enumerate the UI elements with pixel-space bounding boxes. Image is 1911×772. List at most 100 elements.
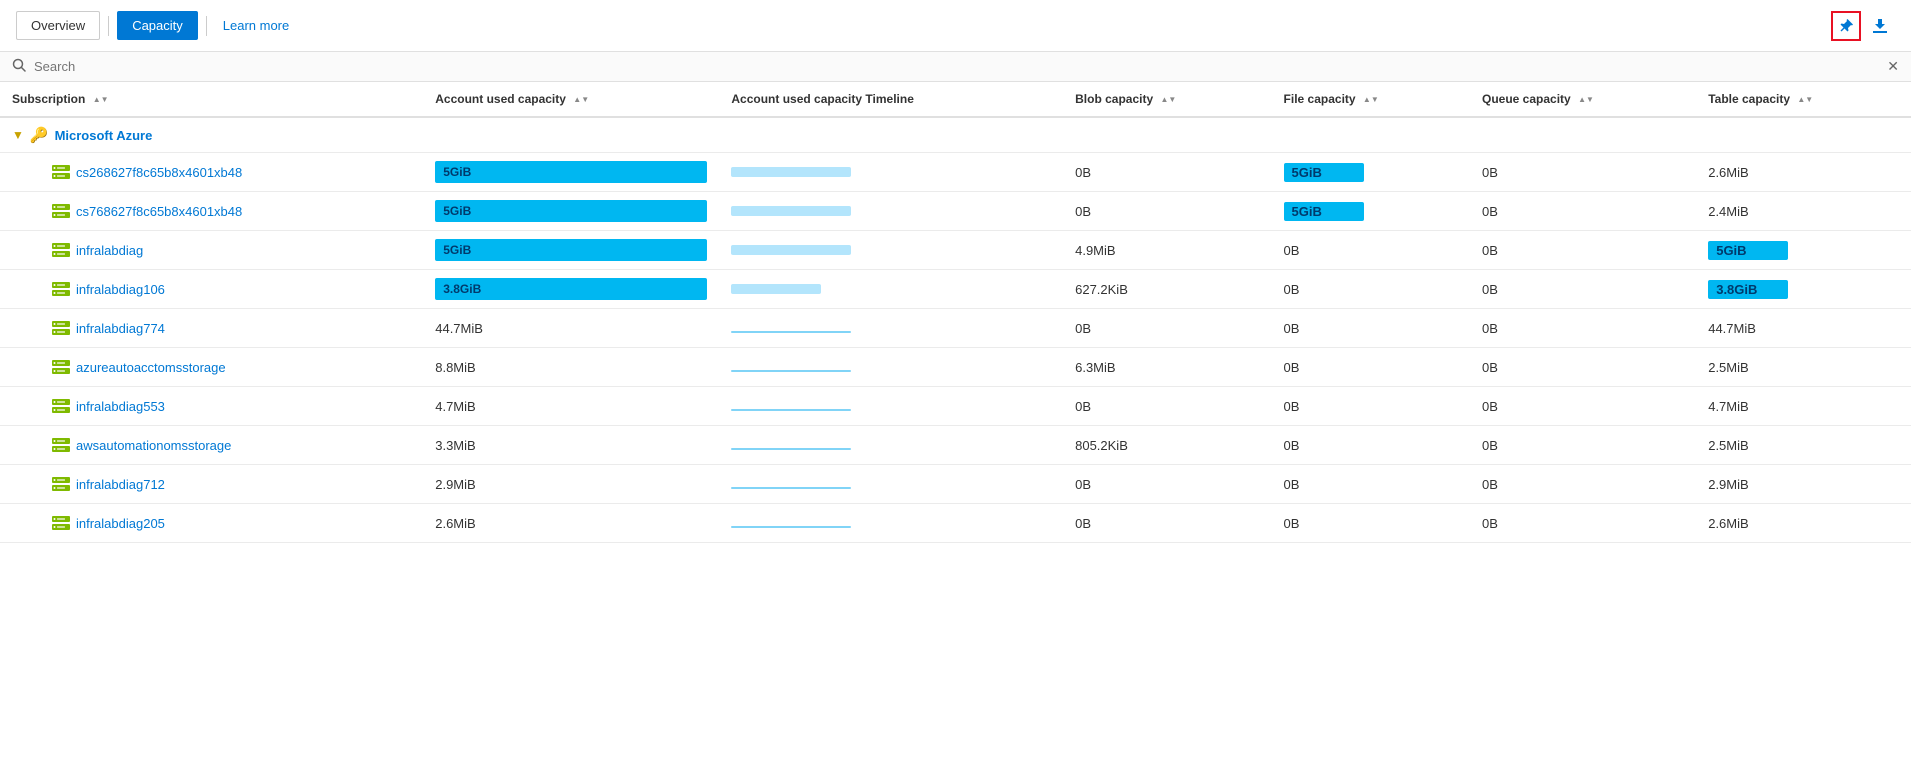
overview-button[interactable]: Overview: [16, 11, 100, 40]
storage-icon: [52, 282, 70, 296]
subscription-link[interactable]: infralabdiag: [76, 243, 143, 258]
top-nav: Overview Capacity Learn more: [0, 0, 1911, 52]
search-icon: [12, 58, 26, 75]
pin-button[interactable]: [1831, 11, 1861, 41]
col-account-used-capacity-timeline: Account used capacity Timeline: [719, 82, 1063, 117]
timeline-bar: [731, 395, 851, 417]
learn-more-link[interactable]: Learn more: [215, 12, 297, 39]
subscription-cell: infralabdiag774: [0, 309, 423, 348]
account-used-capacity-cell: 3.8GiB: [423, 270, 719, 309]
blob-capacity-cell: 0B: [1063, 387, 1271, 426]
table-capacity-bar: 5GiB: [1708, 241, 1788, 260]
search-clear-button[interactable]: ✕: [1887, 58, 1899, 75]
file-capacity-cell: 5GiB: [1272, 192, 1470, 231]
sort-icon-blob-capacity: ▲▼: [1160, 96, 1176, 104]
queue-capacity-cell: 0B: [1470, 231, 1696, 270]
timeline-cell: [719, 192, 1063, 231]
subscription-cell: infralabdiag106: [0, 270, 423, 309]
capacity-table: Subscription ▲▼ Account used capacity ▲▼…: [0, 82, 1911, 543]
account-used-capacity-cell: 4.7MiB: [423, 387, 719, 426]
file-capacity-cell: 0B: [1272, 231, 1470, 270]
account-used-capacity-cell: 5GiB: [423, 231, 719, 270]
subscription-cell: infralabdiag553: [0, 387, 423, 426]
table-row: azureautoacctomsstorage 8.8MiB 6.3MiB0B0…: [0, 348, 1911, 387]
table-capacity-cell: 2.9MiB: [1696, 465, 1911, 504]
file-capacity-cell: 0B: [1272, 426, 1470, 465]
capacity-button[interactable]: Capacity: [117, 11, 198, 40]
queue-capacity-cell: 0B: [1470, 348, 1696, 387]
group-name-link[interactable]: Microsoft Azure: [55, 128, 153, 143]
queue-capacity-cell: 0B: [1470, 192, 1696, 231]
subscription-link[interactable]: infralabdiag553: [76, 399, 165, 414]
capacity-bar: 5GiB: [435, 239, 707, 261]
table-capacity-cell: 44.7MiB: [1696, 309, 1911, 348]
table-capacity-cell: 5GiB: [1696, 231, 1911, 270]
storage-icon: [52, 477, 70, 491]
blob-capacity-cell: 627.2KiB: [1063, 270, 1271, 309]
group-icon: 🔑: [30, 126, 49, 144]
account-used-capacity-cell: 2.9MiB: [423, 465, 719, 504]
search-input[interactable]: [34, 59, 1879, 74]
download-button[interactable]: [1865, 11, 1895, 41]
account-used-capacity-cell: 5GiB: [423, 192, 719, 231]
queue-capacity-cell: 0B: [1470, 504, 1696, 543]
blob-capacity-cell: 0B: [1063, 504, 1271, 543]
subscription-cell: infralabdiag712: [0, 465, 423, 504]
search-bar: ✕: [0, 52, 1911, 82]
timeline-bar: [731, 200, 851, 222]
file-capacity-bar: 5GiB: [1284, 202, 1364, 221]
capacity-bar: 3.8GiB: [435, 278, 707, 300]
table-capacity-cell: 2.6MiB: [1696, 153, 1911, 192]
download-icon: [1872, 18, 1888, 34]
timeline-bar: [731, 161, 851, 183]
subscription-link[interactable]: infralabdiag106: [76, 282, 165, 297]
blob-capacity-cell: 0B: [1063, 192, 1271, 231]
timeline-cell: [719, 387, 1063, 426]
subscription-cell: azureautoacctomsstorage: [0, 348, 423, 387]
table-header-row: Subscription ▲▼ Account used capacity ▲▼…: [0, 82, 1911, 117]
group-header-row: ▼ 🔑 Microsoft Azure: [0, 117, 1911, 153]
col-subscription[interactable]: Subscription ▲▼: [0, 82, 423, 117]
subscription-link[interactable]: infralabdiag774: [76, 321, 165, 336]
subscription-link[interactable]: cs768627f8c65b8x4601xb48: [76, 204, 242, 219]
subscription-cell: infralabdiag205: [0, 504, 423, 543]
col-account-used-capacity[interactable]: Account used capacity ▲▼: [423, 82, 719, 117]
storage-icon: [52, 438, 70, 452]
toolbar-icons: [1831, 11, 1895, 41]
subscription-link[interactable]: cs268627f8c65b8x4601xb48: [76, 165, 242, 180]
storage-icon: [52, 321, 70, 335]
table-row: cs268627f8c65b8x4601xb48 5GiB 0B5GiB0B2.…: [0, 153, 1911, 192]
nav-separator-2: [206, 16, 207, 36]
timeline-bar: [731, 512, 851, 534]
subscription-link[interactable]: infralabdiag712: [76, 477, 165, 492]
storage-icon: [52, 399, 70, 413]
blob-capacity-cell: 4.9MiB: [1063, 231, 1271, 270]
queue-capacity-cell: 0B: [1470, 270, 1696, 309]
file-capacity-cell: 5GiB: [1272, 153, 1470, 192]
file-capacity-cell: 0B: [1272, 309, 1470, 348]
col-table-capacity[interactable]: Table capacity ▲▼: [1696, 82, 1911, 117]
col-blob-capacity[interactable]: Blob capacity ▲▼: [1063, 82, 1271, 117]
account-used-capacity-cell: 44.7MiB: [423, 309, 719, 348]
timeline-cell: [719, 153, 1063, 192]
chevron-down-icon[interactable]: ▼: [12, 128, 24, 142]
table-row: infralabdiag 5GiB 4.9MiB0B0B5GiB: [0, 231, 1911, 270]
queue-capacity-cell: 0B: [1470, 153, 1696, 192]
table-row: awsautomationomsstorage 3.3MiB 805.2KiB0…: [0, 426, 1911, 465]
subscription-link[interactable]: awsautomationomsstorage: [76, 438, 231, 453]
pin-icon: [1838, 18, 1854, 34]
subscription-cell: cs768627f8c65b8x4601xb48: [0, 192, 423, 231]
sort-icon-account-used-capacity: ▲▼: [573, 96, 589, 104]
timeline-bar: [731, 473, 851, 495]
col-queue-capacity[interactable]: Queue capacity ▲▼: [1470, 82, 1696, 117]
timeline-cell: [719, 465, 1063, 504]
subscription-link[interactable]: infralabdiag205: [76, 516, 165, 531]
account-used-capacity-cell: 3.3MiB: [423, 426, 719, 465]
file-capacity-cell: 0B: [1272, 270, 1470, 309]
subscription-link[interactable]: azureautoacctomsstorage: [76, 360, 226, 375]
col-file-capacity[interactable]: File capacity ▲▼: [1272, 82, 1470, 117]
table-capacity-cell: 2.5MiB: [1696, 348, 1911, 387]
queue-capacity-cell: 0B: [1470, 465, 1696, 504]
storage-icon: [52, 516, 70, 530]
table-capacity-bar: 3.8GiB: [1708, 280, 1788, 299]
